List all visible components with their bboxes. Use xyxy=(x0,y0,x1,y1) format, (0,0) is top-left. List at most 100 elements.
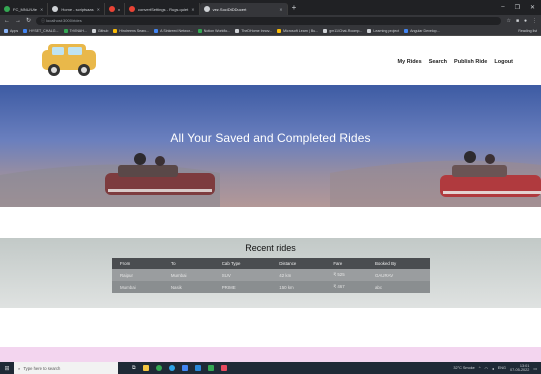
nav-publish-ride[interactable]: Publish Ride xyxy=(454,59,487,65)
profile-icon[interactable]: ● xyxy=(524,18,527,24)
bookmark-item[interactable]: Apps xyxy=(4,28,19,33)
browser-tab[interactable]: FC_MNU/Ute ✕ xyxy=(0,3,49,15)
app-icon[interactable] xyxy=(207,365,214,371)
bookmark-item[interactable]: Hindreens Searc... xyxy=(113,28,149,33)
nav-my-rides[interactable]: My Rides xyxy=(398,59,422,65)
menu-icon[interactable]: ⋮ xyxy=(532,18,537,24)
store-icon[interactable] xyxy=(181,365,188,371)
browser-tab[interactable]: convertSettings - Rugs.quiet ✕ xyxy=(125,3,200,15)
reload-icon[interactable]: ↻ xyxy=(26,17,31,24)
column-header: Booked By xyxy=(366,258,430,269)
volume-icon[interactable]: ◂ xyxy=(492,366,494,371)
search-icon: ⌕ xyxy=(18,365,21,371)
browser-tab[interactable]: Home - scriptsaas ✕ xyxy=(48,3,105,15)
new-tab-button[interactable]: + xyxy=(292,3,297,12)
bookmark-item[interactable]: HYSET_CHALG... xyxy=(23,28,59,33)
bookmark-label: TheDHome Innov... xyxy=(241,28,273,33)
close-icon[interactable]: ✕ xyxy=(191,7,194,12)
forward-icon[interactable]: → xyxy=(15,18,21,24)
search-placeholder: Type here to search xyxy=(23,365,61,371)
extension-icon[interactable]: ■ xyxy=(516,18,519,24)
tab-label: x xyxy=(117,6,120,12)
windows-start-icon[interactable]: ⊞ xyxy=(0,365,14,372)
task-view-icon[interactable]: ⧉ xyxy=(132,365,136,371)
bookmark-label: Apps xyxy=(10,28,19,33)
bookmark-item[interactable]: TrVINAH... xyxy=(63,28,87,33)
table-cell: Raipur xyxy=(112,269,163,281)
explorer-icon[interactable] xyxy=(142,365,149,371)
bookmark-item[interactable]: TheDHome Innov... xyxy=(235,28,273,33)
window-close-icon[interactable]: ✕ xyxy=(530,4,535,11)
hero-background-image xyxy=(0,151,541,207)
tray-chevron-icon[interactable]: ^ xyxy=(479,366,481,370)
bookmark-favicon-icon xyxy=(154,28,159,33)
bookmark-favicon-icon xyxy=(63,28,68,33)
tab-favicon-icon xyxy=(52,6,59,12)
nav-logout[interactable]: Logout xyxy=(494,59,513,65)
table-header-row: From To Cab Type Distance Fare Booked By xyxy=(112,258,430,269)
table-row: Raipur Mumbai SUV 42 km ₹ 525 GAURAV xyxy=(112,269,430,281)
maximize-icon[interactable]: ❐ xyxy=(515,4,520,11)
bookmark-label: A Sinkreed Networ... xyxy=(160,28,193,33)
table-cell: Mumbai xyxy=(162,269,214,281)
cab-logo[interactable] xyxy=(38,42,102,78)
browser-tab[interactable]: x xyxy=(105,3,125,15)
tab-favicon-icon xyxy=(4,6,10,12)
bookmark-item[interactable]: Microsoft Learn | Bu... xyxy=(277,28,319,33)
site-navbar: My Rides Search Publish Ride Logout xyxy=(0,37,541,85)
rides-table: From To Cab Type Distance Fare Booked By… xyxy=(112,258,430,293)
close-icon[interactable]: ✕ xyxy=(40,7,43,12)
nav-search[interactable]: Search xyxy=(429,59,447,65)
tab-label: FC_MNU/Ute xyxy=(13,6,38,12)
taskbar-search-input[interactable]: ⌕ Type here to search xyxy=(14,362,118,374)
minimize-icon[interactable]: – xyxy=(501,4,504,11)
bookmark-label: Learning project xyxy=(373,28,400,33)
close-icon[interactable]: ✕ xyxy=(279,7,282,12)
window-controls: – ❐ ✕ xyxy=(501,4,541,11)
table-cell: GAURAV xyxy=(366,269,430,281)
back-icon[interactable]: ← xyxy=(4,18,10,24)
app-icon[interactable] xyxy=(220,365,227,371)
bookmark-label: Github xyxy=(97,28,109,33)
bookmark-favicon-icon xyxy=(113,28,118,33)
bookmark-favicon-icon xyxy=(197,28,202,33)
bookmark-item[interactable]: A Sinkreed Networ... xyxy=(154,28,193,33)
notification-icon[interactable]: ▭ xyxy=(533,366,537,371)
bookmark-item[interactable]: Angular Develop... xyxy=(404,28,440,33)
browser-tab-active[interactable]: vez.SociDtDDucert ✕ xyxy=(199,3,288,15)
bookmark-item[interactable]: Github xyxy=(91,28,109,33)
tab-favicon-icon xyxy=(203,6,210,12)
bookmark-label: Notion Workflo... xyxy=(203,28,231,33)
column-header: Cab Type xyxy=(213,258,272,269)
edge-icon[interactable] xyxy=(168,365,175,371)
table-cell: abc xyxy=(366,281,430,293)
recent-rides-section: Recent rides From To Cab Type Distance F… xyxy=(0,238,541,308)
taskbar: ⊞ ⌕ Type here to search ⧉ 32°C Smoke ^ ◠ … xyxy=(0,362,541,374)
bookmark-label: gm11/Chat-Roomp... xyxy=(329,28,363,33)
column-header: From xyxy=(112,258,163,269)
bookmark-item[interactable]: gm11/Chat-Roomp... xyxy=(323,28,363,33)
bookmark-favicon-icon xyxy=(4,28,8,33)
wifi-icon[interactable]: ◠ xyxy=(485,366,488,371)
reading-list-button[interactable]: Reading list xyxy=(518,29,537,33)
column-header: Fare xyxy=(325,258,367,269)
bookmark-item[interactable]: Notion Workflo... xyxy=(197,28,231,33)
close-icon[interactable]: ✕ xyxy=(97,7,100,12)
language-indicator[interactable]: ENG xyxy=(498,366,506,370)
vscode-icon[interactable] xyxy=(194,365,201,371)
star-icon[interactable]: ☆ xyxy=(506,18,510,24)
section-title: Recent rides xyxy=(245,243,296,253)
weather-text[interactable]: 32°C Smoke xyxy=(453,366,474,370)
bookmark-favicon-icon xyxy=(323,28,328,33)
bookmark-label: TrVINAH... xyxy=(69,28,87,33)
table-cell: Mumbai xyxy=(112,281,163,293)
table-cell: ₹ 525 xyxy=(325,269,367,281)
column-header: To xyxy=(162,258,214,269)
chrome-icon[interactable] xyxy=(155,365,162,371)
bookmarks-bar: Apps HYSET_CHALG... TrVINAH... Github Hindre… xyxy=(0,26,541,36)
bookmark-item[interactable]: Learning project xyxy=(367,28,400,33)
bookmark-label: Microsoft Learn | Bu... xyxy=(283,28,319,33)
clock[interactable]: 13:01 07-05-2022 xyxy=(510,364,529,373)
bookmark-favicon-icon xyxy=(23,28,28,33)
url-input[interactable]: ⓘ localhost:3000/rides xyxy=(36,16,502,25)
